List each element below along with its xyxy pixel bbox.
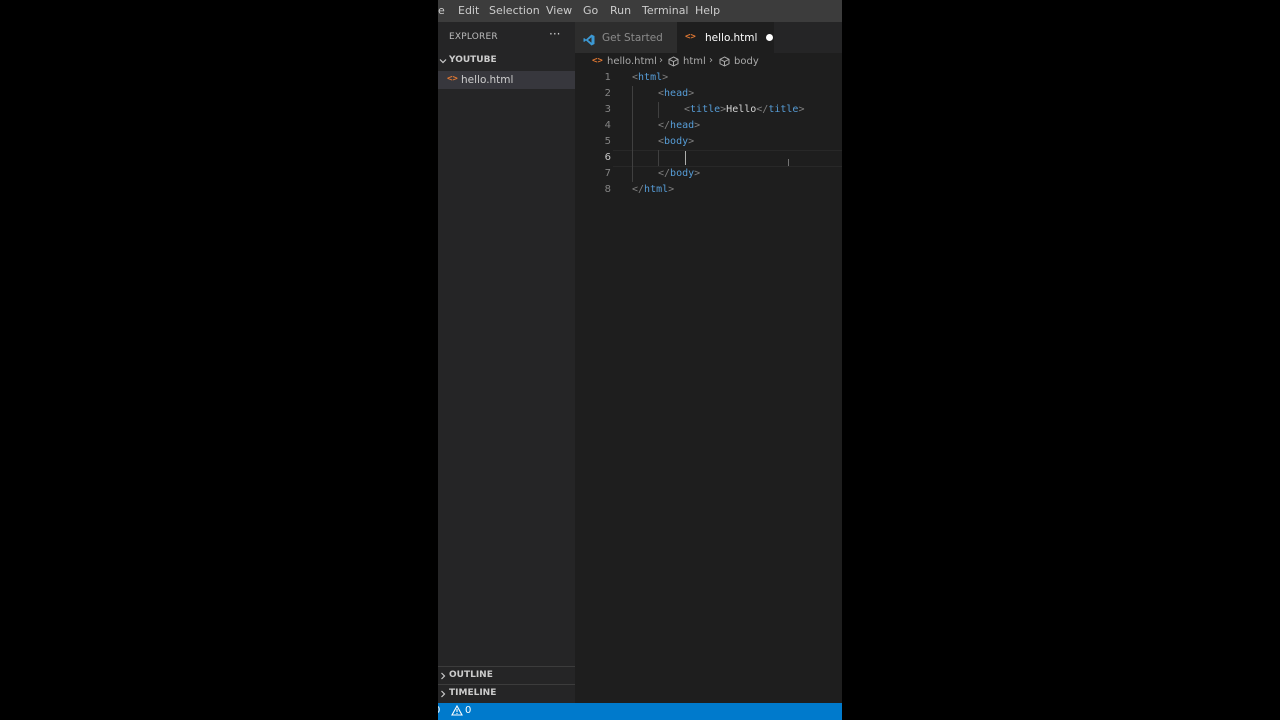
status-bar: 0 0 (438, 703, 842, 720)
html-file-icon: <> (447, 74, 458, 84)
indent-guide (632, 150, 633, 166)
symbol-element-icon (668, 56, 679, 70)
breadcrumb-file[interactable]: hello.html (607, 56, 657, 67)
line-code: </html> (632, 184, 675, 195)
explorer-header: EXPLORER ··· (438, 22, 575, 53)
line-number: 5 (604, 136, 611, 147)
line-code: <title>Hello</title> (684, 104, 805, 115)
menu-help[interactable]: Help (695, 0, 720, 22)
ibeam-cursor-icon: I (787, 158, 790, 169)
symbol-element-icon (719, 56, 730, 70)
menu-run[interactable]: Run (610, 0, 631, 22)
text-cursor (685, 151, 686, 165)
panel-timeline[interactable]: TIMELINE (438, 684, 575, 702)
more-actions-button[interactable]: ··· (549, 27, 560, 41)
file-name: hello.html (461, 74, 514, 86)
code-line[interactable]: 1 <html> (575, 70, 842, 86)
warning-count[interactable]: 0 (465, 705, 471, 716)
unsaved-dot-icon[interactable] (766, 34, 773, 41)
code-line[interactable]: 5 <body> (575, 134, 842, 150)
line-code: </body> (658, 168, 701, 179)
tab-bar: Get Started <> hello.html (575, 22, 842, 53)
indent-guide (632, 86, 633, 102)
breadcrumb-item-html[interactable]: html (683, 56, 706, 67)
explorer-title: EXPLORER (449, 32, 498, 42)
chevron-right-icon (438, 689, 448, 699)
breadcrumb: <> hello.html › html › body (575, 53, 842, 70)
html-file-icon: <> (592, 56, 603, 66)
indent-guide (658, 102, 659, 118)
code-line[interactable]: 8 </html> (575, 182, 842, 198)
line-number: 4 (604, 120, 611, 131)
line-number: 8 (604, 184, 611, 195)
folder-name: YOUTUBE (449, 55, 497, 65)
menu-selection[interactable]: Selection (489, 0, 540, 22)
code-line[interactable]: 3 <title>Hello</title> (575, 102, 842, 118)
explorer-sidebar: EXPLORER ··· YOUTUBE <> hello.html OUTLI… (438, 22, 575, 703)
menu-terminal[interactable]: Terminal (642, 0, 689, 22)
menu-file[interactable]: e (438, 0, 445, 22)
line-number: 3 (604, 104, 611, 115)
menu-view[interactable]: View (546, 0, 572, 22)
code-line[interactable]: 7 </body> (575, 166, 842, 182)
vscode-window: e Edit Selection View Go Run Terminal He… (438, 0, 842, 720)
line-number: 7 (604, 168, 611, 179)
error-count[interactable]: 0 (438, 705, 440, 716)
line-number: 6 (604, 152, 611, 163)
panel-outline[interactable]: OUTLINE (438, 666, 575, 684)
indent-guide (632, 166, 633, 182)
indent-guide (632, 134, 633, 150)
code-line[interactable]: 2 <head> (575, 86, 842, 102)
chevron-right-icon: › (709, 55, 713, 66)
file-item-hello-html[interactable]: <> hello.html (438, 71, 575, 89)
breadcrumb-item-body[interactable]: body (734, 56, 759, 67)
line-number: 2 (604, 88, 611, 99)
tab-hello-html[interactable]: <> hello.html (677, 22, 774, 53)
warning-icon (451, 704, 463, 719)
menu-edit[interactable]: Edit (458, 0, 479, 22)
menu-bar: e Edit Selection View Go Run Terminal He… (438, 0, 842, 22)
folder-youtube[interactable]: YOUTUBE (438, 53, 575, 69)
tab-label: hello.html (705, 32, 758, 44)
menu-go[interactable]: Go (583, 0, 598, 22)
tab-label: Get Started (602, 32, 663, 44)
indent-guide (658, 150, 659, 166)
indent-guide (632, 102, 633, 118)
line-code: </head> (658, 120, 701, 131)
vscode-logo-icon (583, 31, 595, 50)
timeline-label: TIMELINE (449, 688, 497, 698)
code-editor[interactable]: 1 <html> 2 <head> 3 <title>Hello</title> 4 </he… (575, 70, 842, 703)
tab-get-started[interactable]: Get Started (575, 22, 677, 53)
chevron-down-icon (438, 56, 448, 66)
line-code: <html> (632, 72, 669, 83)
chevron-right-icon: › (659, 55, 663, 66)
html-file-icon: <> (685, 32, 696, 42)
chevron-right-icon (438, 671, 448, 681)
code-line[interactable]: 4 </head> (575, 118, 842, 134)
line-code: <head> (658, 88, 695, 99)
code-line[interactable]: 6 (575, 150, 842, 166)
line-number: 1 (604, 72, 611, 83)
outline-label: OUTLINE (449, 670, 493, 680)
line-code: <body> (658, 136, 695, 147)
indent-guide (632, 118, 633, 134)
